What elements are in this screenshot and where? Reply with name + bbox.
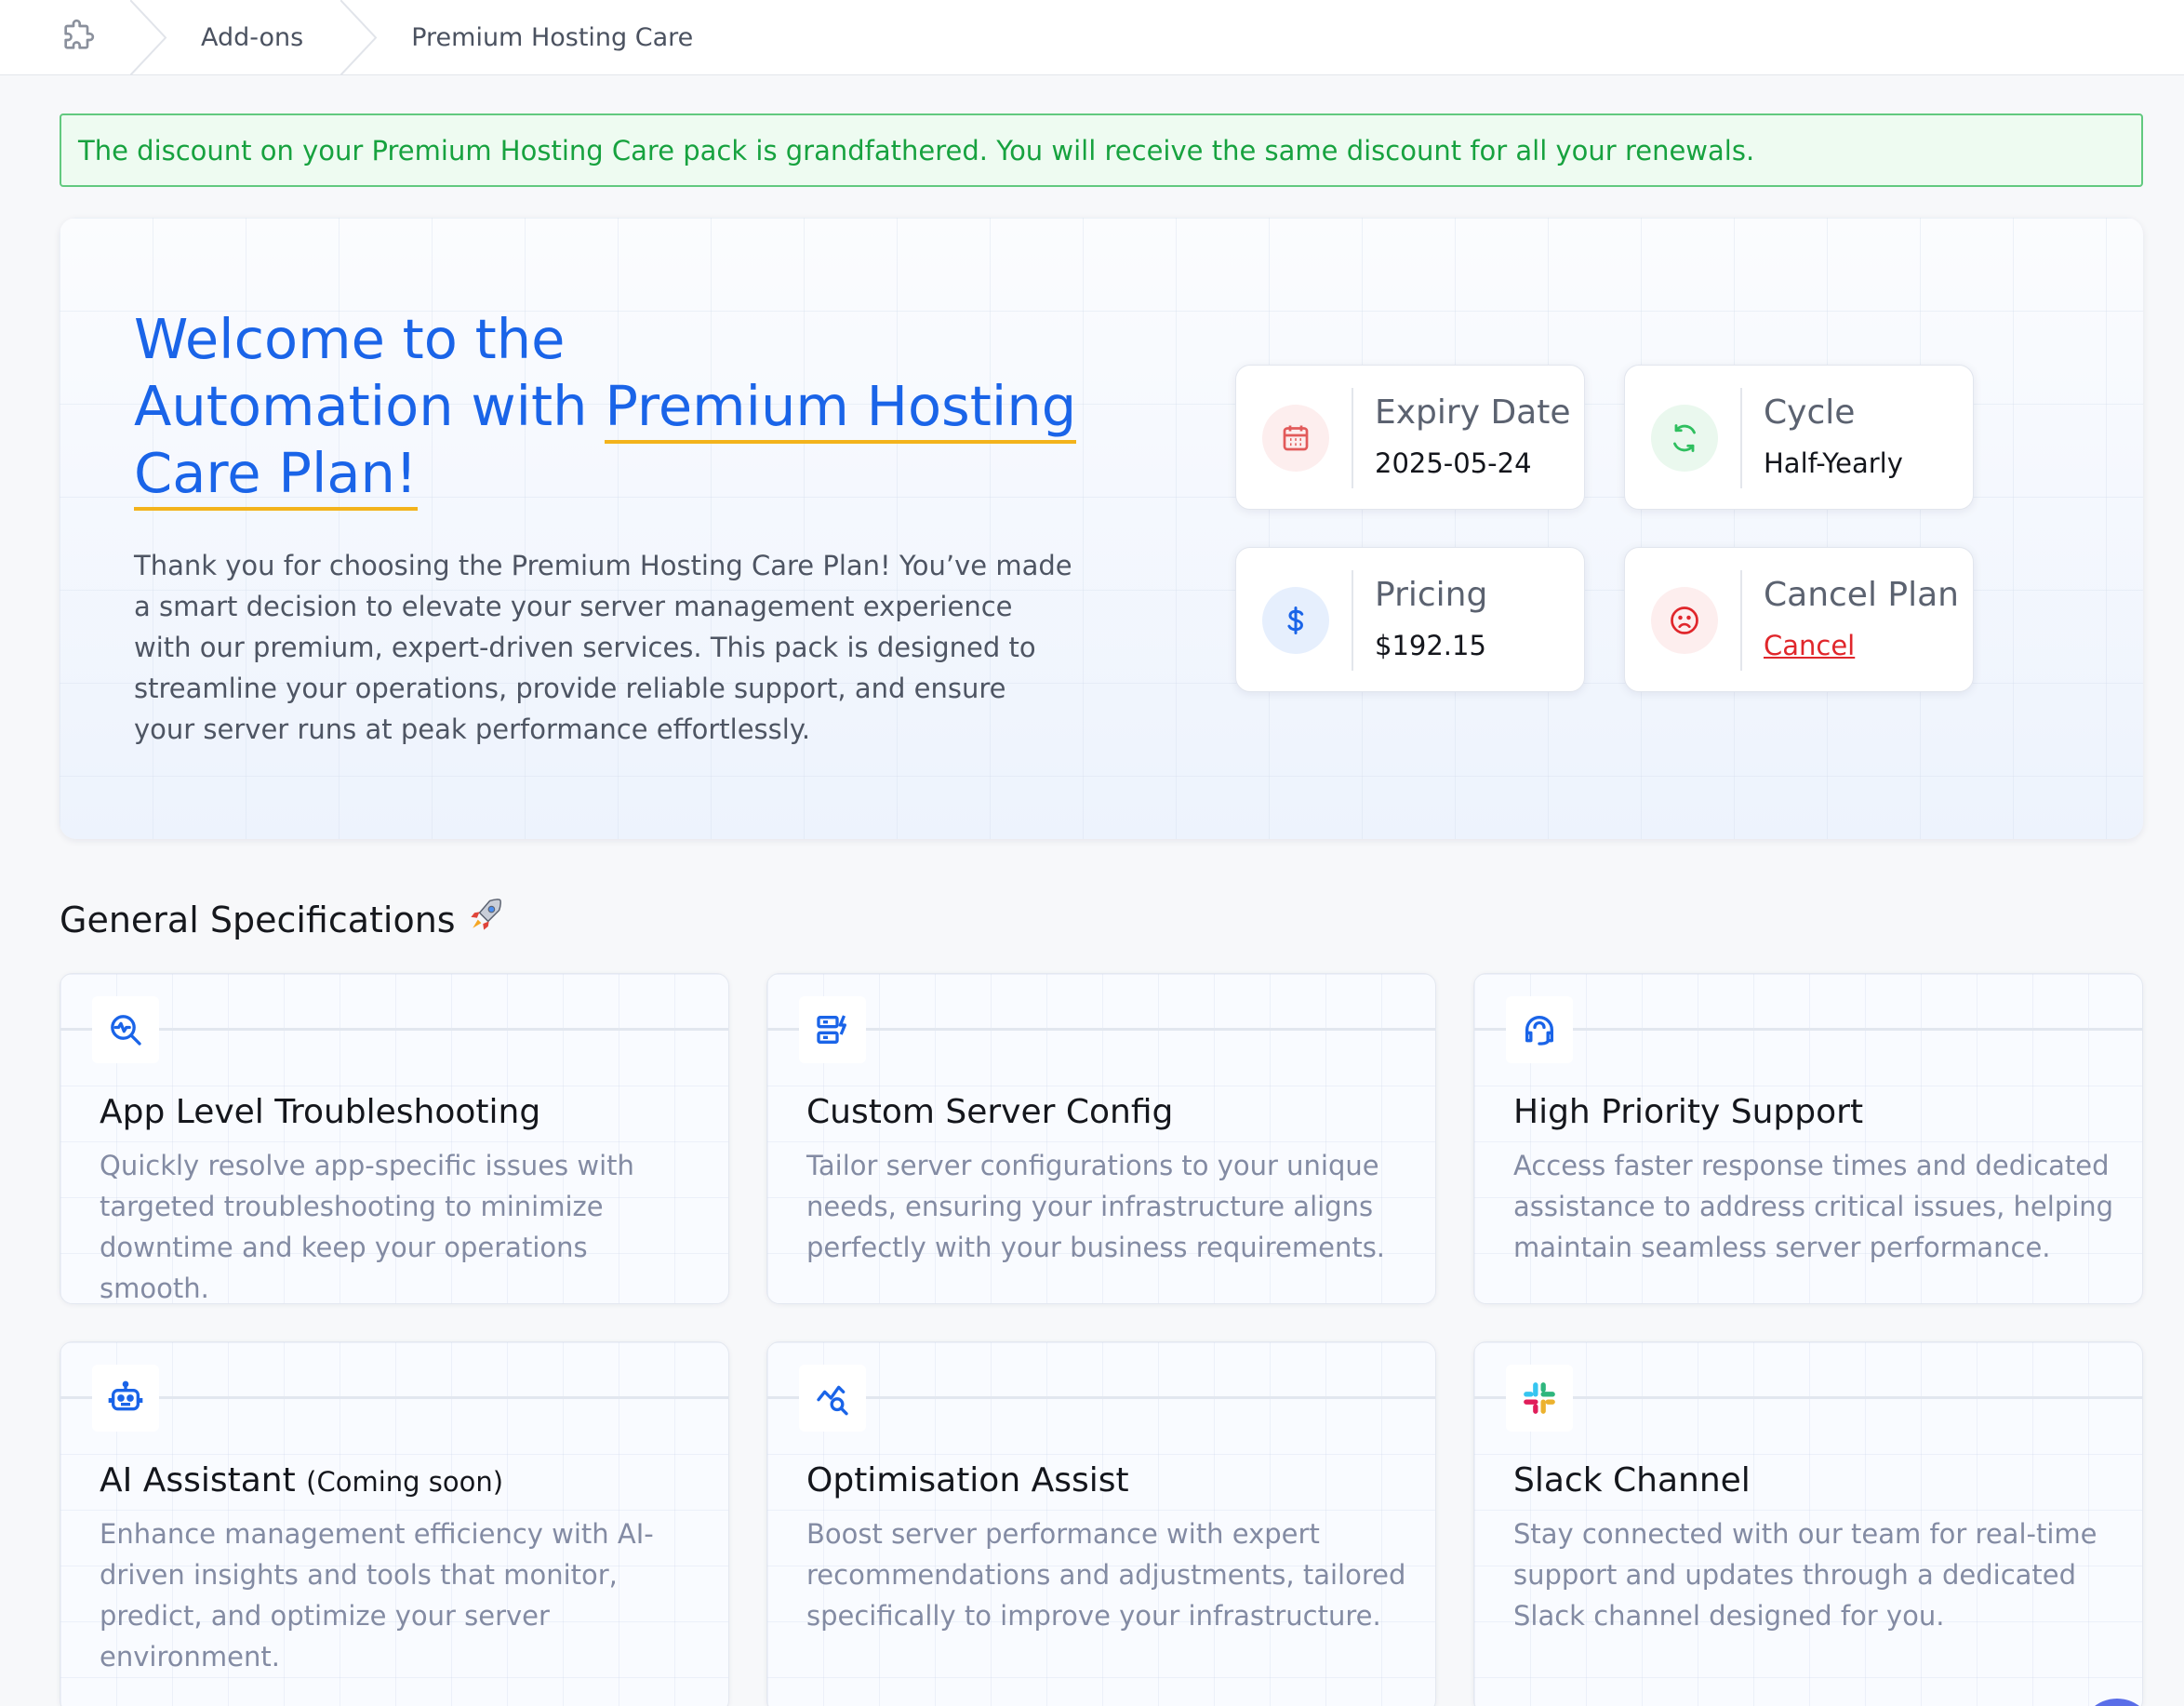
feature-title-text: Optimisation Assist	[806, 1461, 1129, 1499]
feature-card-troubleshooting: App Level Troubleshooting Quickly resolv…	[60, 973, 729, 1304]
section-title-text: General Specifications	[60, 899, 456, 940]
feature-card-server-config: Custom Server Config Tailor server confi…	[766, 973, 1436, 1304]
pricing-value: $192.15	[1375, 630, 1486, 661]
pricing-card: Pricing $192.15	[1235, 547, 1585, 692]
feature-card-ai-assistant: AI Assistant (Coming soon) Enhance manag…	[60, 1341, 729, 1706]
feature-card-slack: Slack Channel Stay connected with our te…	[1473, 1341, 2143, 1706]
robot-icon	[92, 1365, 159, 1432]
breadcrumb-current: Premium Hosting Care	[411, 22, 694, 52]
feature-description: Tailor server configurations to your uni…	[806, 1150, 1386, 1263]
rocket-icon	[465, 895, 506, 944]
puzzle-icon	[60, 17, 97, 58]
feature-title-text: Custom Server Config	[806, 1093, 1174, 1131]
feature-title-text: AI Assistant	[100, 1461, 307, 1499]
calendar-icon	[1262, 405, 1329, 472]
breadcrumb-addons[interactable]: Add-ons	[167, 0, 340, 75]
chart-search-icon	[799, 1365, 866, 1432]
cycle-card: Cycle Half-Yearly	[1624, 365, 1974, 510]
dollar-icon	[1262, 587, 1329, 654]
breadcrumb-home[interactable]	[0, 0, 130, 75]
card-divider	[1740, 570, 1742, 671]
headset-icon	[1506, 996, 1573, 1063]
card-divider	[1352, 570, 1353, 671]
feature-title: Slack Channel	[1513, 1461, 1751, 1499]
welcome-title-line1: Welcome to the	[134, 307, 566, 371]
feature-description: Quickly resolve app-specific issues with…	[100, 1150, 634, 1304]
welcome-description: Thank you for choosing the Premium Hosti…	[134, 550, 1072, 745]
feature-title: AI Assistant (Coming soon)	[100, 1461, 503, 1499]
feature-title: Optimisation Assist	[806, 1461, 1129, 1499]
feature-description: Enhance management efficiency with AI-dr…	[100, 1518, 654, 1673]
breadcrumb: Add-ons Premium Hosting Care	[0, 0, 2184, 75]
pricing-label: Pricing	[1375, 576, 1488, 614]
welcome-title-highlight: Premium Hosting	[605, 374, 1077, 444]
breadcrumb-separator	[340, 0, 378, 75]
breadcrumb-separator	[130, 0, 167, 75]
server-bolt-icon	[799, 996, 866, 1063]
coming-soon-label: (Coming soon)	[306, 1466, 504, 1498]
feature-card-priority-support: High Priority Support Access faster resp…	[1473, 973, 2143, 1304]
welcome-panel: Welcome to the Automation with Premium H…	[60, 218, 2143, 839]
feature-card-optimisation: Optimisation Assist Boost server perform…	[766, 1341, 1436, 1706]
card-divider-line	[60, 1028, 728, 1031]
expiry-card: Expiry Date 2025-05-24	[1235, 365, 1585, 510]
discount-alert: The discount on your Premium Hosting Car…	[60, 113, 2143, 187]
search-pulse-icon	[92, 996, 159, 1063]
expiry-label: Expiry Date	[1375, 393, 1571, 432]
card-divider-line	[767, 1028, 1435, 1031]
welcome-title-line2: Automation with Premium Hosting	[134, 373, 1111, 444]
feature-title-text: High Priority Support	[1513, 1093, 1864, 1131]
card-divider	[1740, 388, 1742, 488]
feature-title-text: App Level Troubleshooting	[100, 1093, 541, 1131]
feature-description: Access faster response times and dedicat…	[1513, 1150, 2114, 1263]
section-title: General Specifications	[60, 895, 506, 944]
feature-description: Boost server performance with expert rec…	[806, 1518, 1406, 1632]
card-divider	[1352, 388, 1353, 488]
welcome-title: Welcome to the Automation with Premium H…	[134, 306, 1111, 511]
refresh-icon	[1651, 405, 1718, 472]
sad-face-icon	[1651, 587, 1718, 654]
feature-title: App Level Troubleshooting	[100, 1093, 540, 1131]
cycle-label: Cycle	[1764, 393, 1856, 432]
card-divider-line	[60, 1396, 728, 1399]
welcome-title-highlight-2: Care Plan!	[134, 441, 418, 511]
cycle-value: Half-Yearly	[1764, 447, 1903, 479]
cancel-link[interactable]: Cancel	[1764, 630, 1855, 661]
cancel-plan-card: Cancel Plan Cancel	[1624, 547, 1974, 692]
feature-description: Stay connected with our team for real-ti…	[1513, 1518, 2097, 1632]
feature-title: Custom Server Config	[806, 1093, 1173, 1131]
welcome-title-line3: Care Plan!	[134, 440, 1111, 511]
card-divider-line	[1474, 1396, 2142, 1399]
slack-icon	[1506, 1365, 1573, 1432]
feature-title: High Priority Support	[1513, 1093, 1863, 1131]
cancel-plan-label: Cancel Plan	[1764, 576, 1959, 614]
welcome-title-prefix: Automation with	[134, 374, 606, 438]
expiry-value: 2025-05-24	[1375, 447, 1532, 479]
card-divider-line	[1474, 1028, 2142, 1031]
card-divider-line	[767, 1396, 1435, 1399]
feature-title-text: Slack Channel	[1513, 1461, 1751, 1499]
